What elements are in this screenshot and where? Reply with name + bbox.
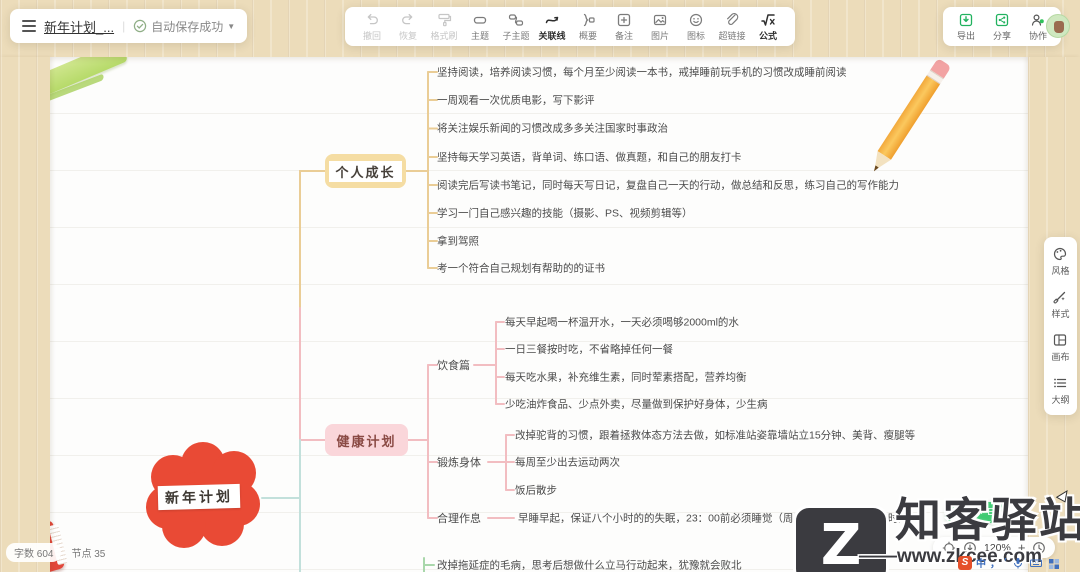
node-count: 节点 35 (71, 549, 106, 560)
style-panel-button[interactable]: 风格 (1051, 246, 1070, 277)
canvas-layout-icon (1054, 334, 1067, 346)
file-title-card: 新年计划_... | 自动保存成功 ▼ (10, 9, 248, 43)
topic-leaf[interactable]: 早睡早起，保证八个小时的的失眠，23：00前必须睡觉（周五周六可延迟半个小时） (518, 511, 909, 526)
ime-toolbox-icon[interactable] (1047, 556, 1061, 570)
fit-view-icon[interactable] (963, 541, 977, 555)
branch-node-health-plan[interactable]: 健康计划 (325, 424, 408, 456)
check-circle-icon (134, 19, 147, 33)
ime-toolbar: S 中 ， ’ (958, 555, 1061, 570)
subtopic-diet[interactable]: 饮食篇 (437, 357, 470, 373)
image-icon (652, 12, 668, 28)
subtopic-button[interactable]: 子主题 (499, 12, 533, 42)
word-count: 字数 604 (6, 543, 62, 562)
redo-button[interactable]: 恢复 (391, 12, 425, 42)
topic-leaf[interactable]: 饭后散步 (515, 483, 557, 498)
topic-leaf[interactable]: 一周观看一次优质电影，写下影评 (437, 93, 595, 108)
document-title[interactable]: 新年计划_... (44, 17, 114, 36)
actions-card: 导出 分享 协作 (943, 7, 1061, 46)
paperclip-icon (724, 12, 740, 28)
ime-punct-toggle[interactable]: ， (990, 555, 1000, 570)
topic-leaf[interactable]: 坚持阅读，培养阅读习惯，每个月至少阅读一本书，戒掉睡前玩手机的习惯改成睡前阅读 (437, 65, 847, 80)
relation-line-icon (544, 12, 560, 28)
export-icon (959, 13, 973, 26)
summary-icon (580, 12, 596, 28)
side-panel: 风格 样式 画布 大纲 (1044, 237, 1077, 415)
topic-leaf[interactable]: 拿到驾照 (437, 234, 479, 249)
share-button[interactable]: 分享 (987, 12, 1017, 42)
mindmap-canvas[interactable]: 新年计划 个人成长 健康计划 坚持阅读，培养阅读习惯，每个月至少阅读一本书，戒掉… (0, 0, 1080, 572)
topic-leaf[interactable]: 每周至少出去运动两次 (515, 455, 620, 470)
history-icon[interactable] (1032, 541, 1046, 555)
ime-quote-toggle[interactable]: ’ (1004, 557, 1007, 568)
ime-logo-icon[interactable]: S (958, 555, 972, 570)
topic-leaf[interactable]: 少吃油炸食品、少点外卖，尽量做到保护好身体，少生病 (505, 397, 768, 412)
branch-node-label: 个人成长 (329, 160, 402, 182)
format-panel-button[interactable]: 样式 (1051, 289, 1070, 320)
share-icon (995, 13, 1009, 26)
relation-line-button[interactable]: 关联线 (535, 12, 569, 42)
mouse-cursor-icon (1055, 489, 1068, 503)
formula-icon (760, 12, 776, 28)
hyperlink-button[interactable]: 超链接 (715, 12, 749, 42)
formula-button[interactable]: 公式 (751, 12, 785, 42)
zoom-percentage[interactable]: 120% (984, 542, 1011, 554)
locate-icon[interactable] (942, 541, 956, 555)
palette-icon (1054, 247, 1067, 261)
branch-node-personal-growth[interactable]: 个人成长 (325, 154, 406, 188)
topic-leaf[interactable]: 学习一门自己感兴趣的技能（摄影、PS、视频剪辑等） (437, 206, 693, 221)
ime-mic-icon[interactable] (1011, 556, 1025, 570)
image-button[interactable]: 图片 (643, 12, 677, 42)
topic-leaf[interactable]: 改掉驼背的习惯，跟着拯救体态方法去做，如标准站姿靠墙站立15分钟、美背、瘦腿等 (515, 428, 915, 443)
subtopic-exercise[interactable]: 锻炼身体 (437, 454, 481, 470)
topic-leaf[interactable]: 考一个符合自己规划有帮助的的证书 (437, 261, 605, 276)
subtopic-rest[interactable]: 合理作息 (437, 510, 481, 526)
subtopic-icon (508, 12, 524, 28)
chevron-down-icon: ▼ (227, 21, 236, 31)
menu-icon[interactable] (22, 20, 36, 32)
topic-leaf[interactable]: 阅读完后写读书笔记，同时每天写日记，复盘自己一天的行动，做总结和反思，练习自己的… (437, 178, 899, 193)
summary-button[interactable]: 概要 (571, 12, 605, 42)
avatar[interactable] (1046, 14, 1070, 38)
shortcut-hint-tooltip: Shift + E (946, 502, 1005, 523)
topic-leaf[interactable]: 坚持每天学习英语，背单词、练口语、做真题，和自己的朋友打卡 (437, 150, 742, 165)
smiley-icon (688, 12, 704, 28)
desk-frame-left (0, 57, 50, 572)
redo-icon (400, 12, 416, 28)
format-painter-icon (436, 12, 452, 28)
format-painter-button[interactable]: 格式刷 (427, 12, 461, 42)
topic-leaf[interactable]: 改掉拖延症的毛病，思考后想做什么立马行动起来，犹豫就会败北 (437, 558, 742, 572)
note-button[interactable]: 备注 (607, 12, 641, 42)
topic-leaf[interactable]: 每天吃水果，补充维生素，同时荤素搭配，营养均衡 (505, 370, 747, 385)
ime-lang-toggle[interactable]: 中 (976, 555, 986, 570)
zoom-in-button[interactable]: + (1018, 540, 1026, 555)
magic-brush-icon (1054, 291, 1066, 304)
icon-button[interactable]: 图标 (679, 12, 713, 42)
undo-button[interactable]: 撤回 (355, 12, 389, 42)
ime-keyboard-icon[interactable] (1029, 556, 1043, 570)
topic-leaf[interactable]: 一日三餐按时吃，不省略掉任何一餐 (505, 342, 673, 357)
canvas-panel-button[interactable]: 画布 (1051, 332, 1070, 363)
divider: | (122, 19, 126, 33)
topic-leaf[interactable]: 每天早起喝一杯温开水，一天必须喝够2000ml的水 (505, 315, 739, 330)
status-bar: 字数 604 节点 35 (6, 543, 105, 562)
outline-panel-button[interactable]: 大纲 (1051, 375, 1070, 406)
root-node-new-year-plan[interactable]: 新年计划 (146, 442, 260, 548)
topic-icon (472, 12, 488, 28)
mindmap-app: { "window": { "title": "新年计划_...", "auto… (0, 0, 1080, 572)
undo-icon (364, 12, 380, 28)
collaborate-icon (1031, 13, 1044, 26)
note-icon (616, 12, 632, 28)
topic-leaf[interactable]: 将关注娱乐新闻的习惯改成多多关注国家时事政治 (437, 121, 668, 136)
root-node-label: 新年计划 (157, 483, 241, 511)
main-toolbar: 撤回 恢复 格式刷 主题 子主题 关联线 概要 备注 图片 图标 超链接 公式 (345, 7, 795, 46)
topic-button[interactable]: 主题 (463, 12, 497, 42)
export-button[interactable]: 导出 (951, 12, 981, 42)
autosave-status[interactable]: 自动保存成功 ▼ (133, 18, 235, 35)
branch-node-label: 健康计划 (336, 433, 397, 449)
outline-list-icon (1054, 378, 1067, 388)
